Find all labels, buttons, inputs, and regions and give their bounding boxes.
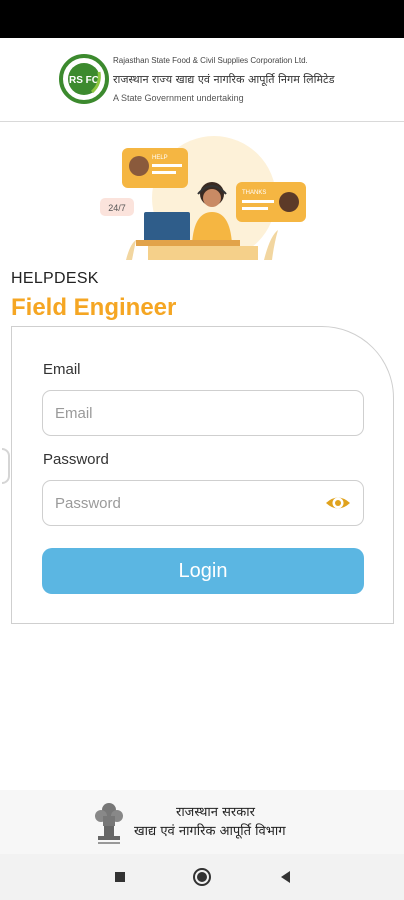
section-label: HELPDESK — [11, 270, 99, 287]
footer-banner: राजस्थान सरकार खाद्य एवं नागरिक आपूर्ति … — [0, 790, 404, 854]
android-nav-bar — [0, 854, 404, 900]
svg-text:THANKS: THANKS — [242, 190, 266, 196]
login-card: Email Password Login — [11, 326, 394, 624]
org-name-english: Rajasthan State Food & Civil Supplies Co… — [113, 56, 308, 65]
password-input[interactable] — [42, 480, 364, 526]
circle-icon[interactable] — [192, 867, 212, 887]
org-tagline: A State Government undertaking — [113, 93, 244, 103]
svg-text:RS FC: RS FC — [69, 75, 99, 86]
header-banner: RS FC Rajasthan State Food & Civil Suppl… — [0, 38, 404, 122]
password-label: Password — [43, 451, 109, 468]
square-icon[interactable] — [110, 867, 130, 887]
org-name-hindi: राजस्थान राज्य खाद्य एवं नागरिक आपूर्ति … — [113, 73, 335, 86]
email-input[interactable] — [42, 390, 364, 436]
triangle-back-icon[interactable] — [276, 867, 296, 887]
footer-government-name: राजस्थान सरकार — [176, 805, 255, 820]
footer-department-name: खाद्य एवं नागरिक आपूर्ति विभाग — [134, 824, 286, 839]
svg-text:HELP: HELP — [152, 155, 168, 161]
svg-text:24/7: 24/7 — [108, 203, 126, 213]
login-button[interactable]: Login — [42, 548, 364, 594]
eye-icon[interactable] — [324, 491, 352, 515]
state-emblem-icon — [95, 803, 123, 844]
status-bar — [0, 0, 404, 38]
helpdesk-illustration: HELP THANKS 24/7 — [100, 136, 306, 260]
email-label: Email — [43, 361, 81, 378]
edge-handle[interactable] — [2, 448, 10, 484]
page-title: Field Engineer — [11, 294, 177, 321]
rsfcsc-logo: RS FC — [59, 54, 109, 104]
